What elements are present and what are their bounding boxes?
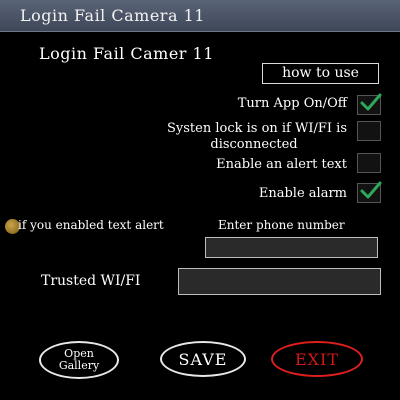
phone-number-input[interactable] — [205, 237, 378, 258]
system-lock-line1: Systen lock is on if WI/FI is — [166, 121, 347, 136]
check-icon — [360, 181, 382, 199]
turn-app-label: Turn App On/Off — [237, 96, 347, 111]
check-icon — [360, 93, 382, 111]
alert-text-label: Enable an alert text — [216, 157, 347, 172]
text-alert-hint: if you enabled text alert — [18, 218, 164, 232]
system-lock-label: Systen lock is on if WI/FI is disconnect… — [167, 121, 347, 153]
trusted-wifi-label: Trusted WI/FI — [41, 273, 141, 289]
window-title: Login Fail Camera 11 — [20, 6, 205, 25]
open-gallery-button[interactable]: Open Gallery — [39, 341, 119, 379]
system-lock-line2: disconnected — [210, 137, 298, 152]
title-bar: Login Fail Camera 11 — [0, 0, 400, 32]
alert-text-checkbox[interactable] — [357, 153, 381, 173]
app-heading: Login Fail Camer 11 — [39, 44, 214, 63]
system-lock-checkbox[interactable] — [357, 121, 381, 141]
save-button[interactable]: SAVE — [160, 341, 246, 377]
trusted-wifi-input[interactable] — [178, 268, 381, 295]
how-to-use-button[interactable]: how to use — [262, 63, 379, 84]
alarm-label: Enable alarm — [258, 186, 347, 201]
phone-number-label: Enter phone number — [218, 218, 345, 232]
exit-button[interactable]: EXIT — [271, 341, 363, 377]
turn-app-checkbox[interactable] — [357, 93, 382, 115]
open-gallery-line2: Gallery — [58, 359, 100, 372]
alarm-checkbox[interactable] — [357, 181, 382, 203]
